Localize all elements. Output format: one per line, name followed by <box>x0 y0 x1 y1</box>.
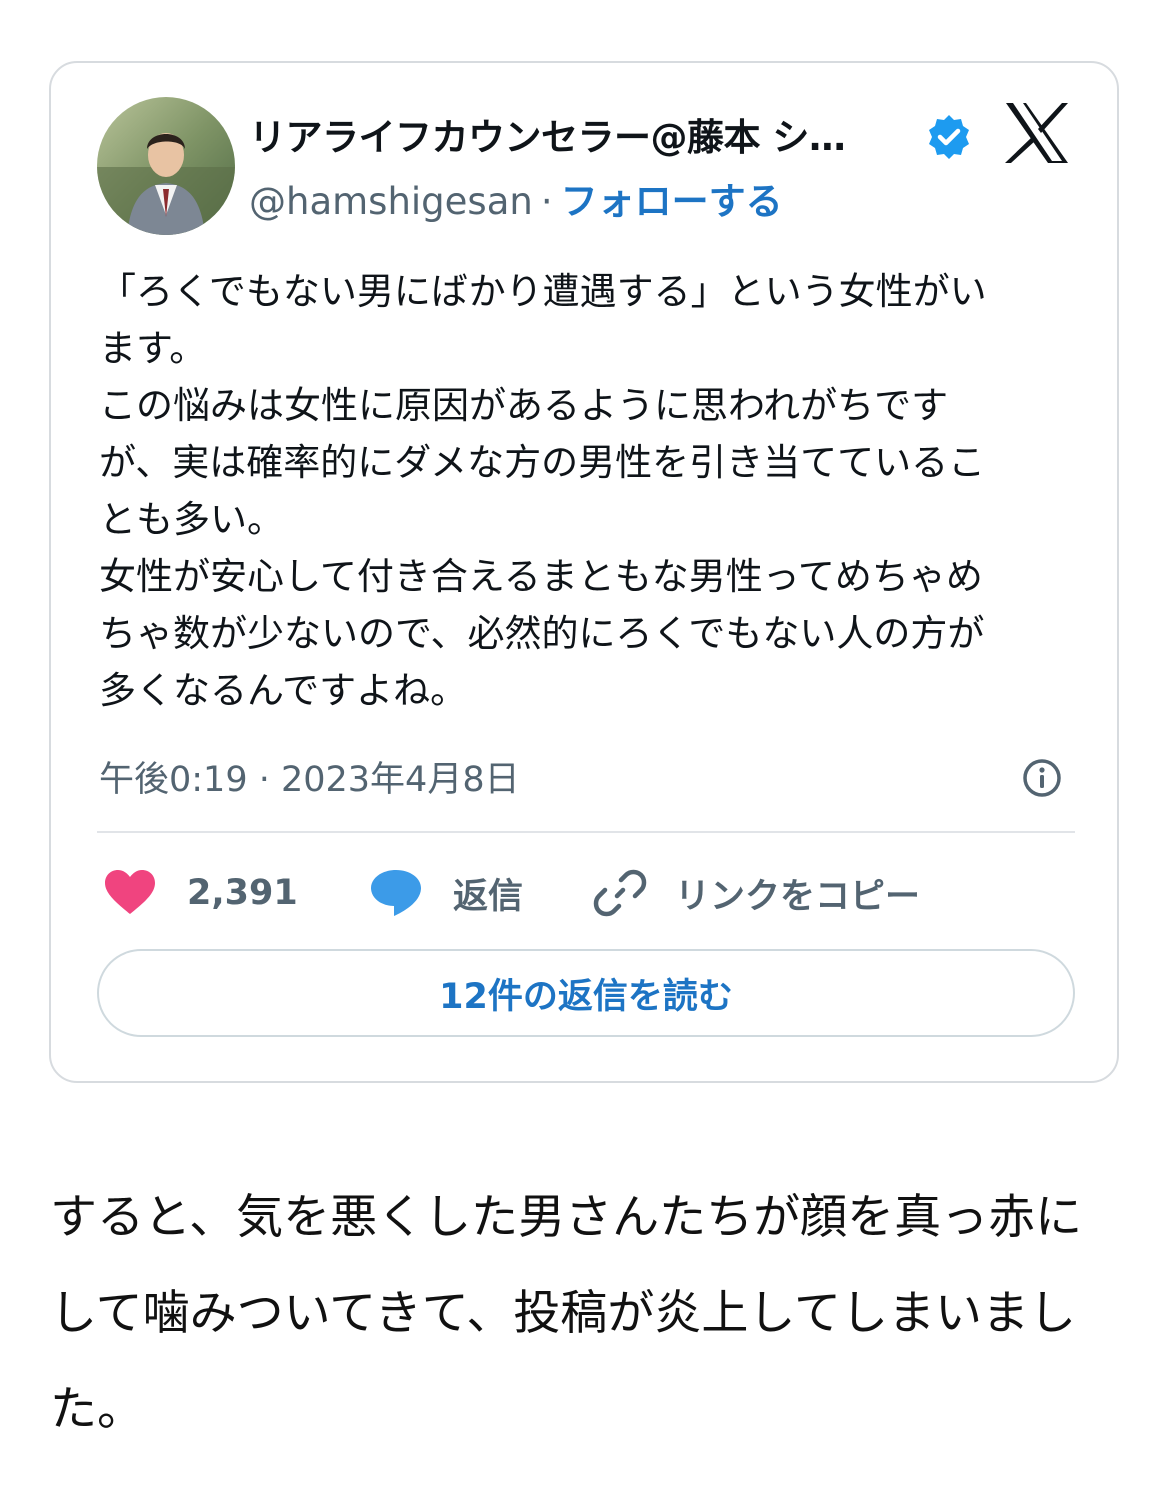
tweet-text-line: 多くなるんですよね。 <box>99 669 468 712</box>
embedded-tweet-card[interactable]: リアライフカウンセラー@藤本 シ… @hamshigesan · フォローする 「ろ… <box>49 61 1119 1083</box>
link-icon <box>593 869 647 917</box>
tweet-text-line: 「ろくでもない男にばかり遭遇する」という女性がい <box>99 270 987 313</box>
tweet-text-line: とも多い。 <box>99 498 284 541</box>
tweet-text-line: この悩みは女性に原因があるように思われがちです <box>99 384 949 427</box>
article-line: た。 <box>50 1382 144 1437</box>
separator-dot: · <box>540 180 553 223</box>
tweet-text-line: 女性が安心して付き合えるまともな男性ってめちゃめ <box>99 555 983 598</box>
copy-link-label: リンクをコピー <box>675 876 921 917</box>
article-line: すると、気を悪くした男さんたちが顔を真っ赤に <box>50 1190 1083 1245</box>
avatar-photo <box>97 97 235 235</box>
reply-label: 返信 <box>453 876 524 917</box>
author-avatar[interactable] <box>97 97 235 235</box>
tweet-timestamp[interactable]: 午後0:19 · 2023年4月8日 <box>99 751 520 802</box>
divider <box>97 831 1075 833</box>
like-button[interactable]: 2,391 <box>103 863 298 923</box>
article-line: して噛みついてきて、投稿が炎上してしまいまし <box>50 1286 1077 1341</box>
copy-link-button[interactable]: リンクをコピー <box>593 863 920 923</box>
heart-icon <box>105 870 155 914</box>
handle-row: @hamshigesan · フォローする <box>249 171 783 225</box>
speech-bubble-icon <box>371 870 421 916</box>
tweet-text-line: が、実は確率的にダメな方の男性を引き当てているこ <box>99 441 986 484</box>
tweet-text-line: ます。 <box>99 327 207 370</box>
reply-button[interactable]: 返信 <box>369 863 523 923</box>
verified-badge-icon <box>929 115 969 159</box>
tweet-text-line: ちゃ数が少ないので、必然的にろくでもない人の方が <box>99 612 985 655</box>
follow-link[interactable]: フォローする <box>561 180 783 223</box>
x-logo-icon[interactable] <box>1004 101 1070 165</box>
tweet-text: 「ろくでもない男にばかり遭遇する」という女性がい ます。 この悩みは女性に原因が… <box>99 263 1059 719</box>
author-name[interactable]: リアライフカウンセラー@藤本 シ… <box>249 107 846 161</box>
info-icon[interactable] <box>1021 757 1063 799</box>
author-handle[interactable]: @hamshigesan <box>249 180 533 223</box>
article-paragraph: すると、気を悪くした男さんたちが顔を真っ赤に して噛みついてきて、投稿が炎上して… <box>50 1170 1130 1458</box>
like-count: 2,391 <box>187 873 298 913</box>
read-replies-button[interactable]: 12件の返信を読む <box>97 949 1075 1037</box>
